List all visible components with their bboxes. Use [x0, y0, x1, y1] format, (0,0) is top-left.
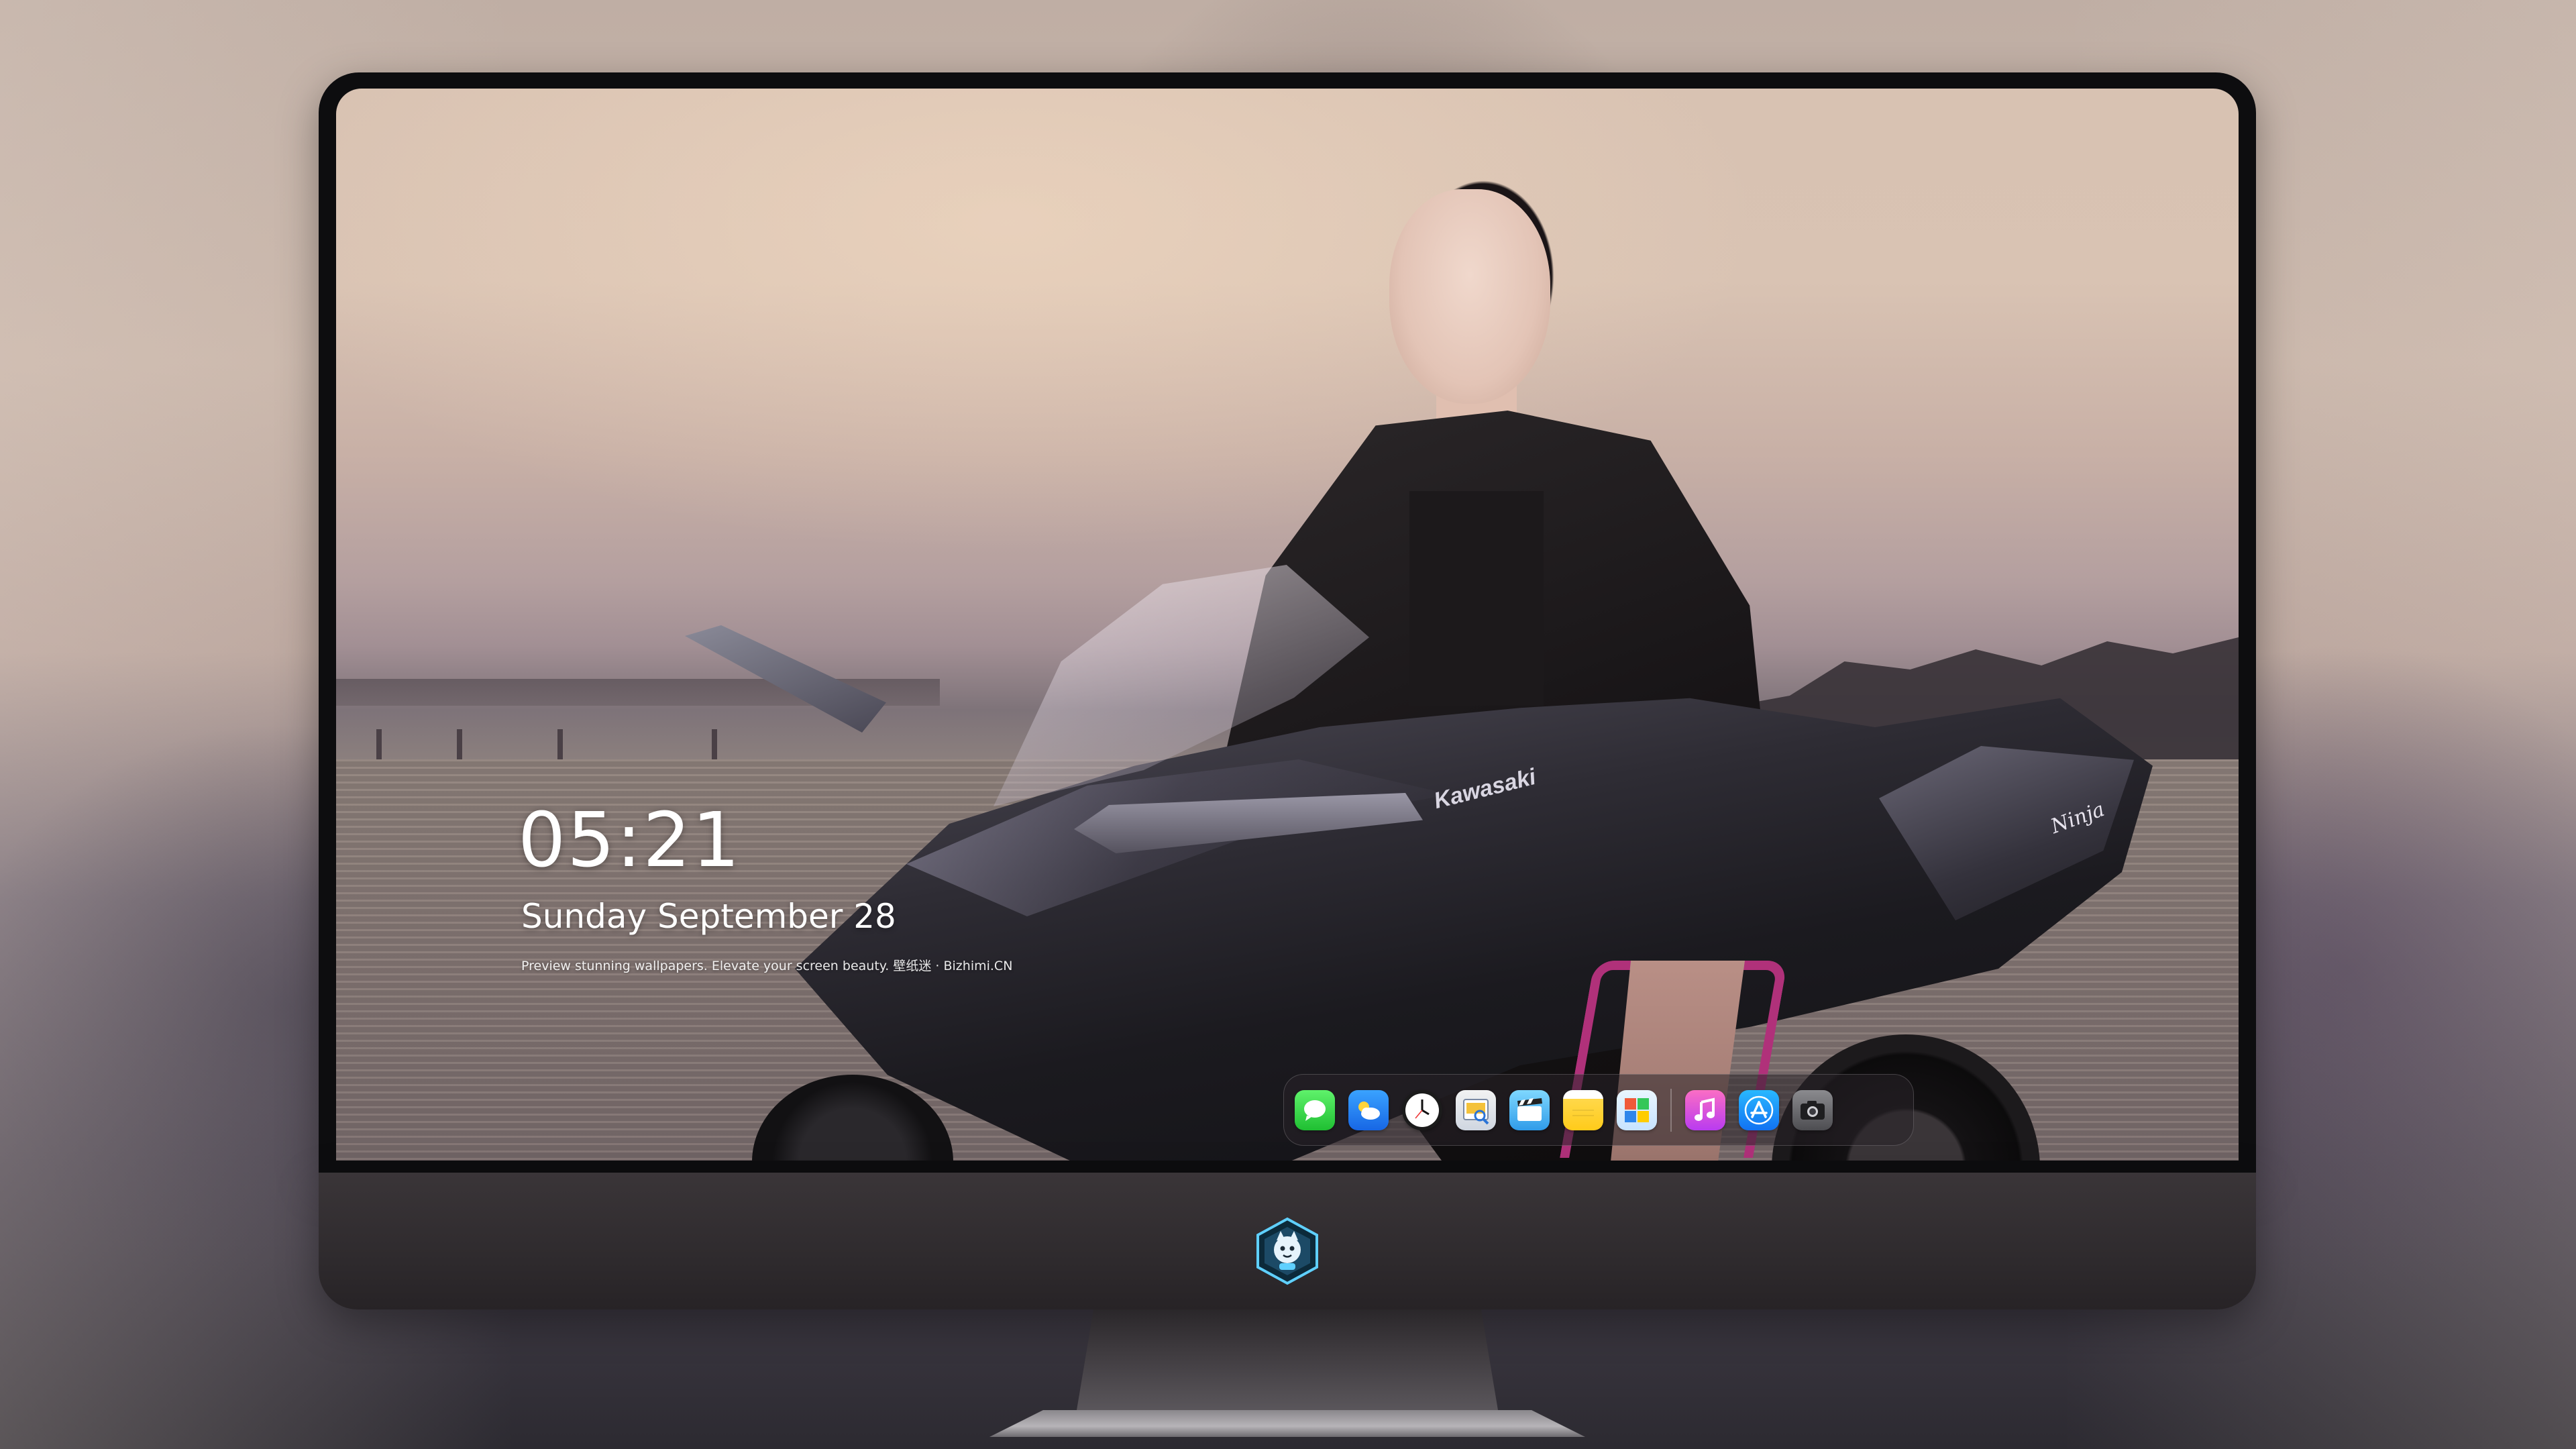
brand-logo-icon [1252, 1216, 1322, 1286]
photo-booth-icon[interactable] [1617, 1089, 1657, 1130]
messages-icon[interactable] [1295, 1089, 1335, 1130]
wallpaper-caption: Preview stunning wallpapers. Elevate you… [521, 959, 1013, 973]
notes-icon[interactable] [1563, 1089, 1603, 1130]
wallpaper-rider-face [1389, 189, 1550, 404]
desktop-screen: Kawasaki Ninja 05:21 Sunday September 28… [336, 89, 2239, 1161]
clips-icon[interactable] [1509, 1089, 1550, 1130]
monitor-bezel: Kawasaki Ninja 05:21 Sunday September 28… [319, 72, 2256, 1173]
monitor: Kawasaki Ninja 05:21 Sunday September 28… [319, 72, 2256, 1437]
app-store-icon[interactable] [1739, 1089, 1779, 1130]
weather-icon[interactable] [1348, 1089, 1389, 1130]
monitor-stand-base [989, 1410, 1585, 1437]
camera-icon[interactable] [1792, 1089, 1833, 1130]
monitor-chin [319, 1173, 2256, 1309]
wallpaper-rider-top [1409, 491, 1544, 706]
clock-icon[interactable] [1402, 1089, 1442, 1130]
music-icon[interactable] [1685, 1089, 1725, 1130]
dock [1283, 1074, 1914, 1146]
monitor-stand [1077, 1309, 1498, 1410]
dock-separator [1670, 1088, 1672, 1132]
lock-clock: 05:21 [518, 797, 741, 884]
preview-icon[interactable] [1456, 1089, 1496, 1130]
lock-date: Sunday September 28 [521, 897, 896, 936]
